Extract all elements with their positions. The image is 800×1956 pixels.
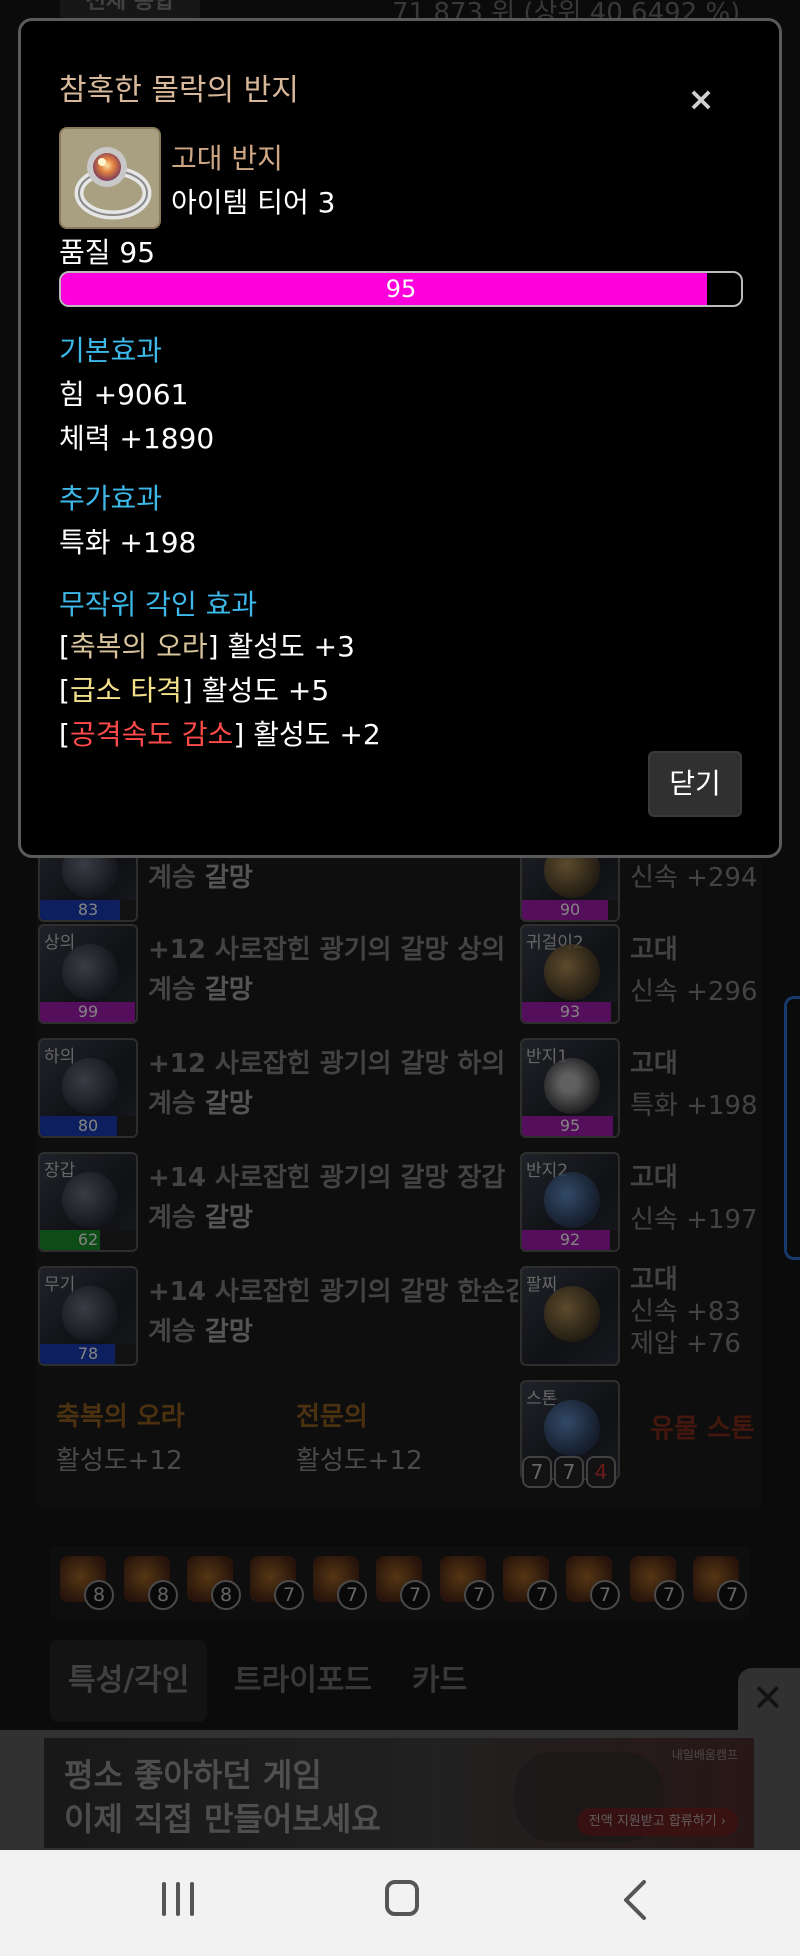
quality-bar: 95: [59, 271, 743, 307]
stat-line: 특화 +198: [59, 526, 197, 559]
base-effects-heading: 기본효과: [59, 334, 163, 367]
close-icon[interactable]: ×: [681, 79, 721, 119]
close-button[interactable]: 닫기: [648, 751, 742, 817]
engraving-effects-heading: 무작위 각인 효과: [59, 588, 258, 621]
quality-number: 95: [385, 275, 417, 303]
extra-effects-heading: 추가효과: [59, 482, 163, 515]
item-detail-modal: 참혹한 몰락의 반지 × 고대 반지 아이템 티어 3 품질 95 95 기본효…: [18, 18, 782, 858]
back-icon[interactable]: [616, 1878, 656, 1922]
item-tier: 아이템 티어 3: [171, 186, 336, 219]
stat-line: 체력 +1890: [59, 422, 215, 455]
system-navigation-bar: [0, 1850, 800, 1956]
engraving-line: [공격속도 감소] 활성도 +2: [59, 718, 381, 751]
recent-apps-icon[interactable]: [160, 1882, 196, 1916]
engraving-line: [축복의 오라] 활성도 +3: [59, 630, 355, 663]
item-name: 참혹한 몰락의 반지: [59, 73, 299, 108]
ring-icon: [59, 127, 161, 229]
page-root: 전체 통합 71,873 위 (상위 40.6492 %) 83 계승 갈망 상…: [0, 0, 800, 1956]
stat-line: 힘 +9061: [59, 378, 189, 411]
item-grade: 고대 반지: [171, 142, 283, 175]
engraving-line: [급소 타격] 활성도 +5: [59, 674, 330, 707]
home-icon[interactable]: [385, 1880, 419, 1916]
quality-label: 품질 95: [59, 236, 156, 269]
